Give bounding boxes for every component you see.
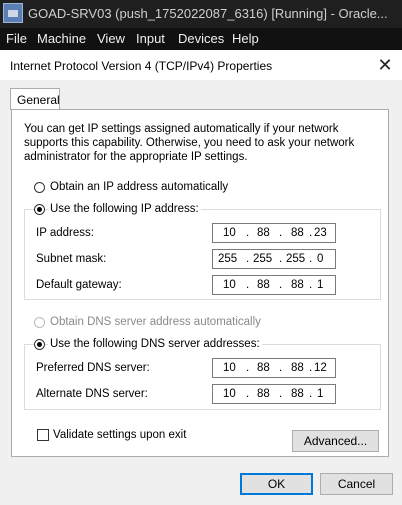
- tab-general[interactable]: General: [10, 88, 60, 110]
- radio-obtain-dns-auto[interactable]: [34, 317, 45, 328]
- radio-obtain-ip-auto-label[interactable]: Obtain an IP address automatically: [50, 181, 228, 193]
- default-gateway-label: Default gateway:: [36, 279, 122, 291]
- subnet-mask-input[interactable]: 255. 255. 255. 0: [212, 249, 336, 269]
- alternate-dns-label: Alternate DNS server:: [36, 388, 148, 400]
- validate-settings-label[interactable]: Validate settings upon exit: [53, 429, 186, 441]
- radio-obtain-ip-auto[interactable]: [34, 182, 45, 193]
- tab-general-label: General: [17, 93, 60, 107]
- host-window-title: GOAD-SRV03 (push_1752022087_6316) [Runni…: [28, 6, 388, 21]
- menu-view[interactable]: View: [97, 31, 125, 46]
- default-gateway-input[interactable]: 10. 88. 88. 1: [212, 275, 336, 295]
- host-title-bar: GOAD-SRV03 (push_1752022087_6316) [Runni…: [0, 0, 402, 28]
- menu-input[interactable]: Input: [136, 31, 165, 46]
- close-icon[interactable]: ✕: [372, 54, 398, 76]
- preferred-dns-label: Preferred DNS server:: [36, 362, 150, 374]
- alternate-dns-input[interactable]: 10. 88. 88. 1: [212, 384, 336, 404]
- ip-address-input[interactable]: 10. 88. 88. 23: [212, 223, 336, 243]
- radio-use-following-dns-label[interactable]: Use the following DNS server addresses:: [48, 338, 262, 350]
- dialog-title-bar: Internet Protocol Version 4 (TCP/IPv4) P…: [0, 50, 402, 80]
- ip-address-label: IP address:: [36, 227, 94, 239]
- menu-devices[interactable]: Devices: [178, 31, 224, 46]
- preferred-dns-input[interactable]: 10. 88. 88. 12: [212, 358, 336, 378]
- radio-use-following-dns[interactable]: [34, 339, 45, 350]
- host-menu-bar: File Machine View Input Devices Help: [0, 28, 402, 50]
- advanced-button[interactable]: Advanced...: [292, 430, 379, 452]
- intro-text: You can get IP settings assigned automat…: [24, 123, 355, 163]
- subnet-mask-label: Subnet mask:: [36, 253, 107, 265]
- dialog-title: Internet Protocol Version 4 (TCP/IPv4) P…: [10, 59, 273, 73]
- radio-use-following-ip[interactable]: [34, 204, 45, 215]
- radio-obtain-dns-auto-label[interactable]: Obtain DNS server address automatically: [50, 316, 261, 328]
- cancel-button[interactable]: Cancel: [320, 473, 393, 495]
- menu-help[interactable]: Help: [232, 31, 259, 46]
- virtualbox-icon: [3, 3, 23, 23]
- menu-file[interactable]: File: [6, 31, 27, 46]
- radio-use-following-ip-label[interactable]: Use the following IP address:: [48, 203, 201, 215]
- ok-button[interactable]: OK: [240, 473, 313, 495]
- validate-settings-checkbox[interactable]: [37, 429, 49, 441]
- menu-machine[interactable]: Machine: [37, 31, 86, 46]
